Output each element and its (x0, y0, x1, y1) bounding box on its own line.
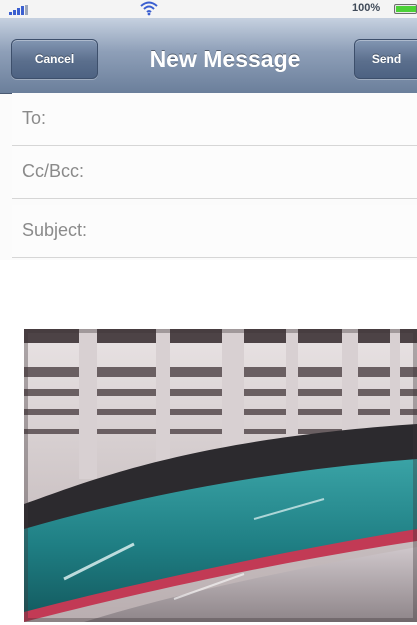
navigation-bar: Cancel New Message Send (0, 18, 417, 94)
cc-bcc-label: Cc/Bcc: (22, 161, 85, 181)
cc-bcc-input[interactable] (124, 156, 413, 188)
mail-compose-screen: 100% Cancel New Message Send To: Cc/Bcc:… (0, 0, 417, 625)
signal-bars-icon (9, 5, 28, 15)
subject-input[interactable] (124, 215, 413, 247)
to-label: To: (22, 108, 47, 128)
to-field-row[interactable]: To: (12, 93, 417, 146)
attached-train-photo (24, 329, 417, 622)
battery-percentage: 100% (352, 2, 381, 14)
status-bar: 100% (0, 0, 417, 18)
cc-bcc-field-row[interactable]: Cc/Bcc: (12, 146, 417, 199)
wifi-icon (140, 1, 158, 16)
subject-field-row[interactable]: Subject: (12, 205, 417, 258)
cancel-button[interactable]: Cancel (11, 39, 98, 79)
to-input[interactable] (112, 103, 416, 135)
message-body[interactable] (0, 260, 417, 625)
page-title: New Message (149, 46, 301, 72)
battery-full-icon (394, 4, 417, 14)
subject-label: Subject: (22, 220, 88, 240)
send-button[interactable]: Send (354, 39, 417, 79)
